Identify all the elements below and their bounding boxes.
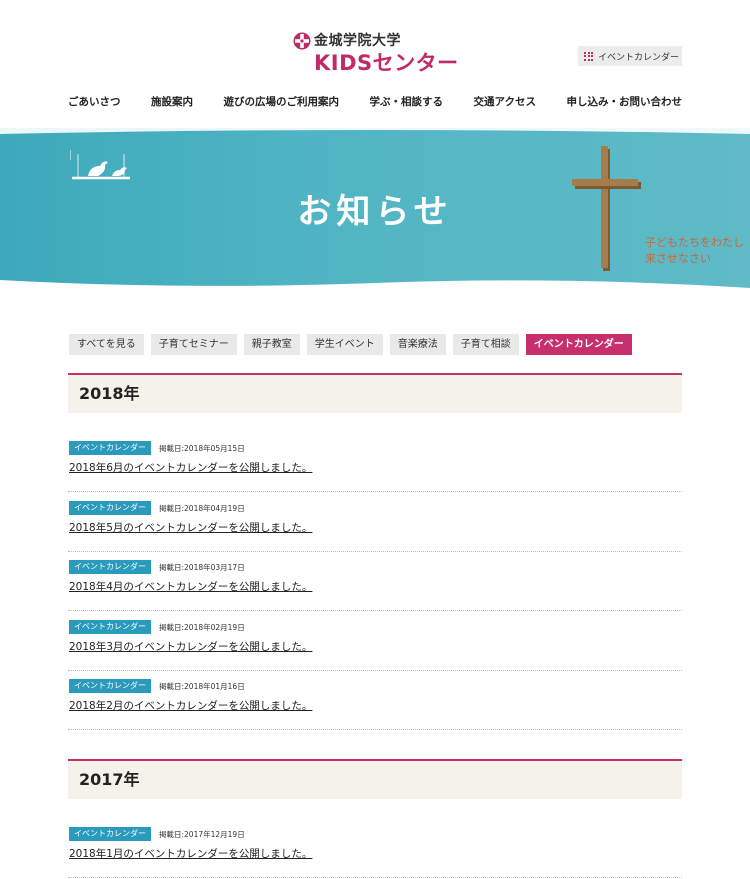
hero-banner: お知らせ 子どもたちをわたし 来させなさい — [0, 128, 750, 294]
nav-item-contact[interactable]: 申し込み・お問い合わせ — [566, 94, 682, 110]
post-date: 掲載日:2018年02月19日 — [159, 622, 245, 632]
post-date: 掲載日:2018年03月17日 — [159, 562, 245, 572]
post-title-link[interactable]: 2018年4月のイベントカレンダーを公開しました。 — [69, 579, 312, 594]
birds-icon — [70, 150, 130, 180]
list-item: イベントカレンダー 掲載日:2018年03月17日 2018年4月のイベントカレ… — [68, 560, 682, 611]
nav-item-learn-consult[interactable]: 学ぶ・相談する — [370, 94, 444, 110]
category-all[interactable]: すべてを見る — [69, 334, 144, 355]
nav-item-greeting[interactable]: ごあいさつ — [68, 94, 121, 110]
category-parent-child-class[interactable]: 親子教室 — [243, 334, 300, 355]
category-student-event[interactable]: 学生イベント — [306, 334, 383, 355]
nav-item-facilities[interactable]: 施設案内 — [151, 94, 193, 110]
global-nav: ごあいさつ 施設案内 遊びの広場のご利用案内 学ぶ・相談する 交通アクセス 申し… — [68, 94, 682, 110]
category-parenting-seminar[interactable]: 子育てセミナー — [150, 334, 237, 355]
category-badge: イベントカレンダー — [69, 679, 151, 693]
list-item: イベントカレンダー 掲載日:2018年05月15日 2018年6月のイベントカレ… — [68, 441, 682, 492]
post-date: 掲載日:2018年05月15日 — [159, 443, 245, 453]
post-title-link[interactable]: 2018年6月のイベントカレンダーを公開しました。 — [69, 460, 312, 475]
list-item: イベントカレンダー 掲載日:2018年01月16日 2018年2月のイベントカレ… — [68, 679, 682, 730]
site-name: KIDSセンター — [314, 51, 459, 75]
university-name: 金城学院大学 — [314, 33, 401, 49]
site-logo[interactable]: 金城学院大学 KIDSセンター — [293, 32, 463, 75]
category-badge: イベントカレンダー — [69, 560, 151, 574]
wooden-cross-icon — [572, 146, 641, 271]
post-date: 掲載日:2018年01月16日 — [159, 681, 245, 691]
post-title-link[interactable]: 2018年5月のイベントカレンダーを公開しました。 — [69, 520, 312, 535]
event-calendar-button[interactable]: イベントカレンダー — [578, 46, 682, 66]
category-event-calendar[interactable]: イベントカレンダー — [525, 334, 632, 355]
category-badge: イベントカレンダー — [69, 827, 151, 841]
post-date: 掲載日:2017年12月19日 — [159, 829, 245, 839]
hero-motto: 子どもたちをわたし 来させなさい — [645, 235, 744, 267]
category-badge: イベントカレンダー — [69, 501, 151, 515]
post-title-link[interactable]: 2018年2月のイベントカレンダーを公開しました。 — [69, 698, 312, 713]
hero-motto-line1: 子どもたちをわたし — [645, 236, 744, 249]
category-filter: すべてを見る 子育てセミナー 親子教室 学生イベント 音楽療法 子育て相談 イベ… — [69, 334, 632, 355]
event-calendar-button-label: イベントカレンダー — [598, 52, 680, 63]
university-crest-icon — [293, 32, 311, 50]
post-title-link[interactable]: 2018年3月のイベントカレンダーを公開しました。 — [69, 639, 312, 654]
post-title-link[interactable]: 2018年1月のイベントカレンダーを公開しました。 — [69, 846, 312, 861]
nav-item-access[interactable]: 交通アクセス — [474, 94, 536, 110]
category-music-therapy[interactable]: 音楽療法 — [389, 334, 446, 355]
list-item: イベントカレンダー 掲載日:2018年02月19日 2018年3月のイベントカレ… — [68, 620, 682, 671]
nav-item-playground-guide[interactable]: 遊びの広場のご利用案内 — [224, 94, 340, 110]
calendar-grid-icon — [584, 51, 593, 61]
year-heading: 2018年 — [68, 373, 682, 413]
list-item: イベントカレンダー 掲載日:2018年04月19日 2018年5月のイベントカレ… — [68, 501, 682, 552]
year-heading: 2017年 — [68, 759, 682, 799]
hero-motto-line2: 来させなさい — [645, 252, 711, 265]
category-parenting-consultation[interactable]: 子育て相談 — [452, 334, 519, 355]
category-badge: イベントカレンダー — [69, 620, 151, 634]
category-badge: イベントカレンダー — [69, 441, 151, 455]
list-item: イベントカレンダー 掲載日:2017年12月19日 2018年1月のイベントカレ… — [68, 827, 682, 878]
post-date: 掲載日:2018年04月19日 — [159, 503, 245, 513]
